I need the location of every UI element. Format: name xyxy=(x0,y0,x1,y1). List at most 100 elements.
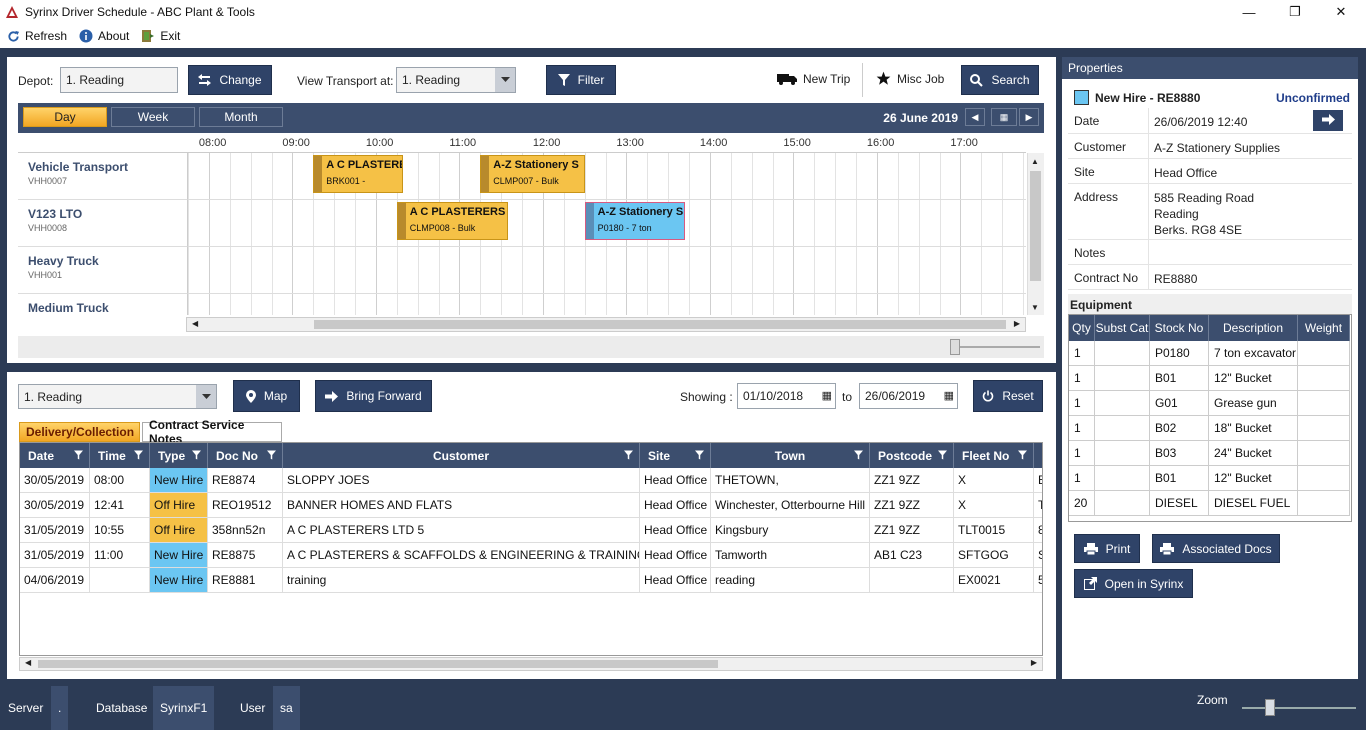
bring-forward-button[interactable]: Bring Forward xyxy=(315,380,432,412)
table-cell[interactable]: Winchester, Otterbourne Hill xyxy=(711,493,870,518)
filter-icon[interactable] xyxy=(134,449,143,463)
date-go-button[interactable] xyxy=(1313,110,1343,131)
search-button[interactable]: Search xyxy=(961,65,1039,95)
jobs-depot-select[interactable]: 1. Reading xyxy=(18,384,217,409)
table-cell[interactable]: RE8881 xyxy=(208,568,283,593)
equipment-cell[interactable]: B03 xyxy=(1150,441,1209,466)
equipment-cell[interactable] xyxy=(1095,366,1150,391)
change-button[interactable]: Change xyxy=(188,65,272,95)
filter-icon[interactable] xyxy=(74,449,83,463)
open-in-syrinx-button[interactable]: Open in Syrinx xyxy=(1074,569,1193,598)
table-cell[interactable]: 11:00 xyxy=(90,543,150,568)
table-cell[interactable]: Head Office xyxy=(640,568,711,593)
equipment-cell[interactable] xyxy=(1298,466,1350,491)
table-cell[interactable] xyxy=(870,568,954,593)
exit-menu-item[interactable]: Exit xyxy=(141,29,180,43)
table-cell[interactable]: REO19512 xyxy=(208,493,283,518)
table-cell[interactable]: 8 xyxy=(1034,518,1042,543)
equipment-cell[interactable] xyxy=(1095,416,1150,441)
table-cell[interactable]: New Hire xyxy=(150,568,208,593)
table-cell[interactable]: Head Office xyxy=(640,493,711,518)
from-date-input[interactable]: 01/10/2018 ▦ xyxy=(737,383,836,409)
view-tab-day[interactable]: Day xyxy=(23,107,107,127)
schedule-job-block[interactable]: A C PLASTERERS I CLMP008 - Bulk xyxy=(396,202,508,240)
equipment-cell[interactable] xyxy=(1095,341,1150,366)
schedule-zoom-track[interactable] xyxy=(955,346,1040,348)
zoom-slider-track[interactable] xyxy=(1242,707,1356,709)
schedule-job-block[interactable]: A-Z Stationery S CLMP007 - Bulk xyxy=(480,155,585,193)
to-date-input[interactable]: 26/06/2019 ▦ xyxy=(859,383,958,409)
table-cell[interactable]: Head Office xyxy=(640,468,711,493)
zoom-slider-thumb[interactable] xyxy=(1265,699,1275,716)
equipment-cell[interactable] xyxy=(1298,391,1350,416)
refresh-menu-item[interactable]: Refresh xyxy=(6,29,67,43)
filter-icon[interactable] xyxy=(854,449,863,463)
equipment-cell[interactable]: DIESEL FUEL xyxy=(1209,491,1298,516)
print-button[interactable]: Print xyxy=(1074,534,1140,563)
calendar-icon[interactable]: ▦ xyxy=(944,389,954,402)
equipment-cell[interactable]: 1 xyxy=(1069,366,1095,391)
minimize-button[interactable]: — xyxy=(1226,0,1272,24)
reset-button[interactable]: Reset xyxy=(973,380,1043,412)
jobs-horizontal-scrollbar[interactable]: ◀ ▶ xyxy=(19,657,1043,671)
equipment-column-header[interactable]: Description xyxy=(1209,315,1298,341)
scroll-thumb[interactable] xyxy=(38,660,718,668)
column-header[interactable]: Town xyxy=(711,443,870,468)
associated-docs-button[interactable]: Associated Docs xyxy=(1152,534,1280,563)
table-cell[interactable]: 04/06/2019 xyxy=(20,568,90,593)
scroll-thumb[interactable] xyxy=(1030,171,1041,281)
equipment-cell[interactable]: 1 xyxy=(1069,416,1095,441)
table-cell[interactable]: 30/05/2019 xyxy=(20,468,90,493)
table-cell[interactable]: New Hire xyxy=(150,543,208,568)
equipment-column-header[interactable]: Weight xyxy=(1298,315,1350,341)
table-cell[interactable]: Kingsbury xyxy=(711,518,870,543)
equipment-cell[interactable]: 12" Bucket xyxy=(1209,366,1298,391)
column-header[interactable]: Customer xyxy=(283,443,640,468)
resource-row-label[interactable]: V123 LTO VHH0008 xyxy=(18,200,188,247)
table-cell[interactable]: S xyxy=(1034,543,1042,568)
table-cell[interactable]: A C PLASTERERS & SCAFFOLDS & ENGINEERING… xyxy=(283,543,640,568)
equipment-cell[interactable] xyxy=(1095,391,1150,416)
column-header[interactable]: Site xyxy=(640,443,711,468)
filter-icon[interactable] xyxy=(267,449,276,463)
table-cell[interactable]: EX0021 xyxy=(954,568,1034,593)
schedule-horizontal-scrollbar[interactable]: ◀ ▶ xyxy=(186,317,1026,332)
table-cell[interactable]: TLT0015 xyxy=(954,518,1034,543)
view-tab-month[interactable]: Month xyxy=(199,107,283,127)
table-cell[interactable]: 30/05/2019 xyxy=(20,493,90,518)
equipment-cell[interactable]: 20 xyxy=(1069,491,1095,516)
equipment-cell[interactable] xyxy=(1095,491,1150,516)
table-cell[interactable]: 31/05/2019 xyxy=(20,543,90,568)
restore-button[interactable]: ❐ xyxy=(1272,0,1318,24)
map-button[interactable]: Map xyxy=(233,380,300,412)
equipment-cell[interactable]: 1 xyxy=(1069,466,1095,491)
table-cell[interactable]: New Hire xyxy=(150,468,208,493)
table-cell[interactable]: ZZ1 9ZZ xyxy=(870,468,954,493)
table-cell[interactable]: T xyxy=(1034,493,1042,518)
calendar-button[interactable]: ▦ xyxy=(991,108,1017,126)
filter-button[interactable]: Filter xyxy=(546,65,616,95)
equipment-cell[interactable] xyxy=(1298,441,1350,466)
column-header[interactable]: Postcode xyxy=(870,443,954,468)
equipment-cell[interactable] xyxy=(1298,341,1350,366)
resource-row-label[interactable]: Medium Truck xyxy=(18,294,188,315)
equipment-cell[interactable]: G01 xyxy=(1150,391,1209,416)
tab-delivery-collection[interactable]: Delivery/Collection xyxy=(19,422,140,442)
equipment-cell[interactable]: Grease gun xyxy=(1209,391,1298,416)
equipment-cell[interactable]: 1 xyxy=(1069,441,1095,466)
table-cell[interactable]: A C PLASTERERS LTD 5 xyxy=(283,518,640,543)
calendar-icon[interactable]: ▦ xyxy=(822,389,832,402)
filter-icon[interactable] xyxy=(938,449,947,463)
filter-icon[interactable] xyxy=(695,449,704,463)
equipment-cell[interactable] xyxy=(1298,416,1350,441)
column-header[interactable]: Time xyxy=(90,443,150,468)
table-cell[interactable]: X xyxy=(954,493,1034,518)
equipment-cell[interactable]: 7 ton excavator xyxy=(1209,341,1298,366)
equipment-cell[interactable]: 12" Bucket xyxy=(1209,466,1298,491)
table-cell[interactable]: 5 xyxy=(1034,568,1042,593)
close-button[interactable]: ✕ xyxy=(1318,0,1364,24)
table-cell[interactable]: X xyxy=(954,468,1034,493)
equipment-cell[interactable]: 18" Bucket xyxy=(1209,416,1298,441)
table-cell[interactable]: 31/05/2019 xyxy=(20,518,90,543)
table-cell[interactable]: ZZ1 9ZZ xyxy=(870,518,954,543)
